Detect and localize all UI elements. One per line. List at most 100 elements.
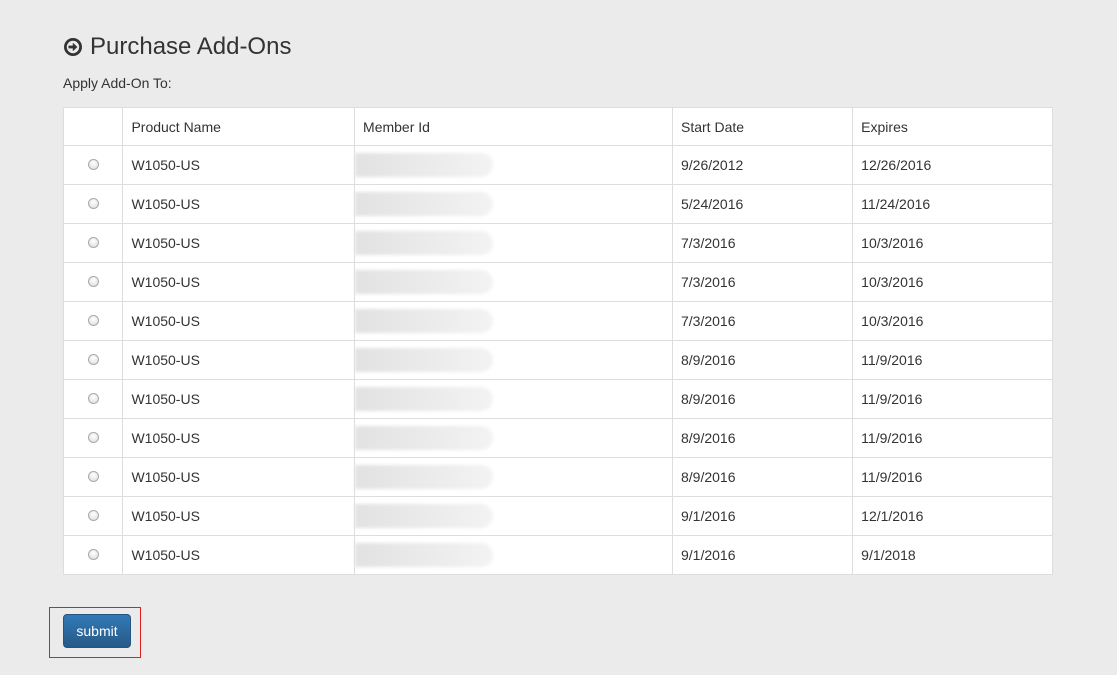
table-row: W1050-US 7/3/2016 10/3/2016 (62, 223, 1053, 263)
table-row: W1050-US 8/9/2016 11/9/2016 (62, 457, 1053, 497)
row-radio-button[interactable] (87, 548, 99, 560)
member-id-cell (354, 457, 673, 497)
expires-cell: 11/9/2016 (852, 340, 1053, 380)
apply-add-on-label: Apply Add-On To: (63, 75, 172, 91)
page: Purchase Add-Ons Apply Add-On To: Produc… (0, 0, 1117, 675)
row-select-cell (62, 496, 124, 536)
row-radio-button[interactable] (87, 353, 99, 365)
start-date-cell: 8/9/2016 (671, 457, 854, 497)
row-radio-button[interactable] (87, 236, 99, 248)
member-id-redacted (355, 465, 494, 489)
member-id-redacted (355, 153, 494, 177)
page-title: Purchase Add-Ons (90, 33, 292, 60)
table-row: W1050-US 8/9/2016 11/9/2016 (62, 340, 1053, 380)
table-row: W1050-US 5/24/2016 11/24/2016 (62, 184, 1053, 224)
member-id-cell (354, 184, 673, 224)
member-id-cell (354, 340, 673, 380)
start-date-cell: 8/9/2016 (671, 340, 854, 380)
table-row: W1050-US 9/1/2016 12/1/2016 (62, 496, 1053, 536)
product-name-cell: W1050-US (122, 418, 356, 458)
start-date-cell: 7/3/2016 (671, 223, 854, 263)
start-date-cell: 5/24/2016 (671, 184, 854, 224)
row-select-cell (62, 418, 124, 458)
expires-cell: 10/3/2016 (852, 262, 1053, 302)
member-id-cell (354, 145, 673, 185)
product-name-cell: W1050-US (122, 535, 356, 575)
member-id-redacted (355, 426, 494, 450)
member-id-cell (354, 262, 673, 302)
start-date-cell: 8/9/2016 (671, 418, 854, 458)
row-radio-button[interactable] (87, 314, 99, 326)
product-name-cell: W1050-US (122, 379, 356, 419)
product-name-cell: W1050-US (122, 457, 356, 497)
expires-cell: 12/26/2016 (852, 145, 1053, 185)
expires-cell: 10/3/2016 (852, 223, 1053, 263)
table-row: W1050-US 9/1/2016 9/1/2018 (62, 535, 1053, 575)
row-radio-button[interactable] (87, 197, 99, 209)
expires-cell: 10/3/2016 (852, 301, 1053, 341)
expires-cell: 11/9/2016 (852, 457, 1053, 497)
member-id-cell (354, 535, 673, 575)
row-radio-button[interactable] (87, 158, 99, 170)
product-name-cell: W1050-US (122, 223, 356, 263)
row-select-cell (62, 223, 124, 263)
row-radio-button[interactable] (87, 509, 99, 521)
column-header-product-name: Product Name (122, 107, 356, 146)
start-date-cell: 7/3/2016 (671, 301, 854, 341)
row-radio-button[interactable] (87, 275, 99, 287)
row-select-cell (62, 457, 124, 497)
row-select-cell (62, 379, 124, 419)
product-name-cell: W1050-US (122, 340, 356, 380)
member-id-redacted (355, 231, 494, 255)
table-row: W1050-US 9/26/2012 12/26/2016 (62, 145, 1053, 185)
member-id-cell (354, 496, 673, 536)
member-id-redacted (355, 309, 494, 333)
member-id-redacted (355, 504, 494, 528)
circle-arrow-right-icon (63, 37, 83, 57)
member-id-redacted (355, 192, 494, 216)
product-name-cell: W1050-US (122, 145, 356, 185)
table-row: W1050-US 7/3/2016 10/3/2016 (62, 262, 1053, 302)
column-header-start-date: Start Date (671, 107, 854, 146)
column-header-expires: Expires (852, 107, 1053, 146)
row-select-cell (62, 535, 124, 575)
column-header-select (62, 107, 124, 146)
submit-button[interactable]: submit (63, 614, 131, 648)
product-name-cell: W1050-US (122, 301, 356, 341)
product-name-cell: W1050-US (122, 496, 356, 536)
expires-cell: 12/1/2016 (852, 496, 1053, 536)
start-date-cell: 9/1/2016 (671, 496, 854, 536)
table-row: W1050-US 8/9/2016 11/9/2016 (62, 418, 1053, 458)
member-id-cell (354, 223, 673, 263)
row-radio-button[interactable] (87, 431, 99, 443)
start-date-cell: 9/26/2012 (671, 145, 854, 185)
member-id-redacted (355, 270, 494, 294)
start-date-cell: 9/1/2016 (671, 535, 854, 575)
expires-cell: 11/24/2016 (852, 184, 1053, 224)
member-id-cell (354, 418, 673, 458)
expires-cell: 11/9/2016 (852, 418, 1053, 458)
product-name-cell: W1050-US (122, 184, 356, 224)
member-id-redacted (355, 543, 494, 567)
product-name-cell: W1050-US (122, 262, 356, 302)
row-select-cell (62, 145, 124, 185)
row-select-cell (62, 301, 124, 341)
page-heading: Purchase Add-Ons (63, 31, 291, 63)
start-date-cell: 8/9/2016 (671, 379, 854, 419)
row-select-cell (62, 184, 124, 224)
table-header-row: Product Name Member Id Start Date Expire… (62, 107, 1053, 146)
member-id-cell (354, 301, 673, 341)
member-id-redacted (355, 348, 494, 372)
table-row: W1050-US 7/3/2016 10/3/2016 (62, 301, 1053, 341)
member-id-cell (354, 379, 673, 419)
expires-cell: 9/1/2018 (852, 535, 1053, 575)
row-select-cell (62, 262, 124, 302)
row-radio-button[interactable] (87, 392, 99, 404)
row-radio-button[interactable] (87, 470, 99, 482)
column-header-member-id: Member Id (354, 107, 673, 146)
add-ons-table: Product Name Member Id Start Date Expire… (62, 107, 1053, 575)
row-select-cell (62, 340, 124, 380)
table-row: W1050-US 8/9/2016 11/9/2016 (62, 379, 1053, 419)
member-id-redacted (355, 387, 494, 411)
start-date-cell: 7/3/2016 (671, 262, 854, 302)
